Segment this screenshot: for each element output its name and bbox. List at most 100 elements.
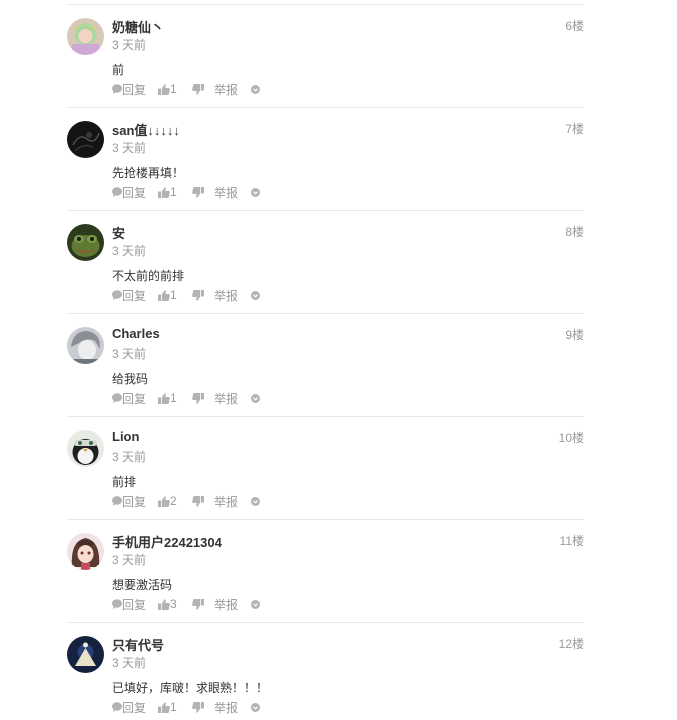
reply-button[interactable]: 回复 (112, 390, 158, 407)
comment-content: 给我码 (112, 372, 149, 386)
comment-username[interactable]: 奶糖仙丶 (112, 17, 164, 36)
comment-username[interactable]: san值↓↓↓↓↓ (112, 120, 180, 139)
reply-button[interactable]: 回复 (112, 184, 158, 201)
like-button[interactable]: 1 (158, 82, 192, 96)
speech-bubble-icon (112, 702, 122, 712)
comment-username[interactable]: Lion (112, 429, 139, 444)
like-button[interactable]: 3 (158, 597, 192, 611)
comment-floor: 8楼 (565, 225, 584, 239)
like-button[interactable]: 1 (158, 288, 192, 302)
penguin-avatar-icon[interactable] (67, 430, 104, 467)
dislike-button[interactable] (192, 83, 214, 95)
comment-floor: 7楼 (565, 122, 584, 136)
dislike-button[interactable] (192, 392, 214, 404)
comment-time: 3 天前 (112, 656, 147, 670)
reply-label: 回复 (122, 597, 147, 612)
comment-actions: 回复 1 举报 (112, 287, 263, 303)
report-button[interactable]: 举报 (214, 596, 251, 613)
more-options-icon[interactable] (251, 393, 263, 403)
comment-content: 想要激活码 (112, 578, 173, 592)
comment-username[interactable]: 只有代号 (112, 635, 164, 654)
comment-actions: 回复 2 举报 (112, 493, 263, 509)
thumbs-down-icon (192, 392, 204, 404)
like-count: 2 (170, 494, 177, 508)
thumbs-down-icon (192, 598, 204, 610)
speech-bubble-icon (112, 187, 122, 197)
report-button[interactable]: 举报 (214, 81, 251, 98)
comment-actions: 回复 1 举报 (112, 81, 263, 97)
more-options-icon[interactable] (251, 702, 263, 712)
comment-floor: 12楼 (558, 637, 584, 651)
more-options-icon[interactable] (251, 187, 263, 197)
speech-bubble-icon (112, 393, 122, 403)
navy-emblem-avatar-icon[interactable] (67, 636, 104, 673)
comment-content: 前 (112, 63, 125, 77)
report-button[interactable]: 举报 (214, 184, 251, 201)
comment-page: 奶糖仙丶 3 天前 6楼 前 回复 1 举报 san值↓↓↓↓↓ 3 天前 7楼… (0, 0, 677, 720)
thumbs-up-icon (158, 83, 170, 95)
reply-button[interactable]: 回复 (112, 287, 158, 304)
speech-bubble-icon (112, 599, 122, 609)
reply-button[interactable]: 回复 (112, 699, 158, 716)
reply-label: 回复 (122, 185, 147, 200)
comment-actions: 回复 1 举报 (112, 184, 263, 200)
like-count: 1 (170, 185, 177, 199)
reply-button[interactable]: 回复 (112, 81, 158, 98)
report-button[interactable]: 举报 (214, 390, 251, 407)
comment-item: Charles 3 天前 9楼 给我码 回复 1 举报 (67, 314, 584, 417)
reply-label: 回复 (122, 391, 147, 406)
reply-label: 回复 (122, 82, 147, 97)
reply-label: 回复 (122, 700, 147, 715)
comment-item: Lion 3 天前 10楼 前排 回复 2 举报 (67, 417, 584, 520)
report-button[interactable]: 举报 (214, 493, 251, 510)
like-button[interactable]: 1 (158, 391, 192, 405)
like-count: 1 (170, 700, 177, 714)
thumbs-down-icon (192, 495, 204, 507)
comment-content: 已填好，库啵！求眼熟！！！ (112, 681, 269, 695)
reply-label: 回复 (122, 494, 147, 509)
comment-item: san值↓↓↓↓↓ 3 天前 7楼 先抢楼再填！ 回复 1 举报 (67, 108, 584, 211)
dislike-button[interactable] (192, 598, 214, 610)
comment-time: 3 天前 (112, 450, 147, 464)
thumbs-up-icon (158, 495, 170, 507)
dark-sketch-avatar-icon[interactable] (67, 121, 104, 158)
report-button[interactable]: 举报 (214, 287, 251, 304)
reply-button[interactable]: 回复 (112, 596, 158, 613)
comment-content: 先抢楼再填！ (112, 166, 185, 180)
reply-button[interactable]: 回复 (112, 493, 158, 510)
more-options-icon[interactable] (251, 496, 263, 506)
dislike-button[interactable] (192, 495, 214, 507)
comment-username[interactable]: 安 (112, 223, 125, 242)
comment-username[interactable]: 手机用户22421304 (112, 532, 222, 551)
like-button[interactable]: 2 (158, 494, 192, 508)
more-options-icon[interactable] (251, 84, 263, 94)
speech-bubble-icon (112, 496, 122, 506)
comment-time: 3 天前 (112, 244, 147, 258)
frog-avatar-icon[interactable] (67, 224, 104, 261)
more-options-icon[interactable] (251, 290, 263, 300)
comment-floor: 9楼 (565, 328, 584, 342)
thumbs-down-icon (192, 701, 204, 713)
like-count: 1 (170, 288, 177, 302)
anime-girl-avatar-icon[interactable] (67, 533, 104, 570)
comment-time: 3 天前 (112, 141, 147, 155)
like-button[interactable]: 1 (158, 185, 192, 199)
speech-bubble-icon (112, 84, 122, 94)
more-options-icon[interactable] (251, 599, 263, 609)
comment-actions: 回复 1 举报 (112, 699, 263, 715)
thumbs-up-icon (158, 289, 170, 301)
dislike-button[interactable] (192, 701, 214, 713)
thumbs-up-icon (158, 598, 170, 610)
comment-username[interactable]: Charles (112, 326, 160, 341)
grey-hair-avatar-icon[interactable] (67, 327, 104, 364)
comment-actions: 回复 3 举报 (112, 596, 263, 612)
report-button[interactable]: 举报 (214, 699, 251, 716)
dislike-button[interactable] (192, 289, 214, 301)
like-count: 3 (170, 597, 177, 611)
like-button[interactable]: 1 (158, 700, 192, 714)
comment-floor: 11楼 (559, 534, 584, 548)
dislike-button[interactable] (192, 186, 214, 198)
thumbs-up-icon (158, 701, 170, 713)
cat-girl-avatar-icon[interactable] (67, 18, 104, 55)
comment-content: 不太前的前排 (112, 269, 185, 283)
